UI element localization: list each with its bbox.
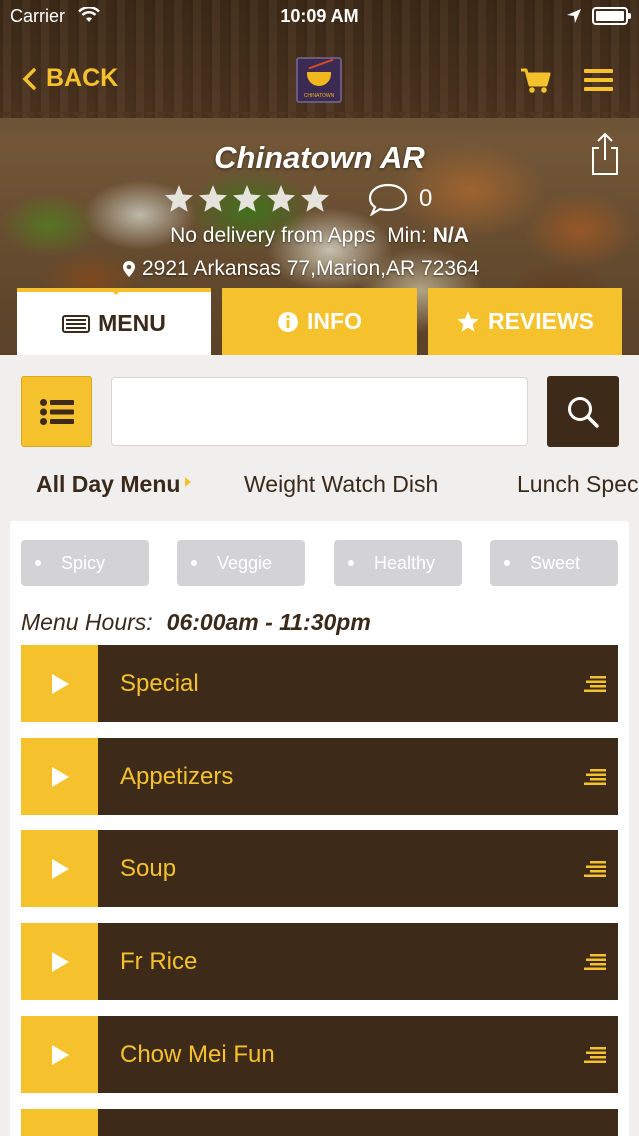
menu-panel: Spicy Veggie Healthy Sweet Menu Hours: 06… — [10, 521, 629, 1136]
location-arrow-icon — [567, 9, 581, 23]
menu-section-label: Soup — [120, 854, 177, 882]
expand-lines-icon — [584, 675, 606, 692]
menu-section-special[interactable]: Special — [21, 645, 618, 722]
menu-section-label: Fr Rice — [120, 947, 198, 975]
star-icon — [457, 311, 479, 332]
filter-sweet[interactable]: Sweet — [490, 540, 618, 586]
menu-section-appetizers[interactable]: Appetizers — [21, 738, 618, 815]
min-label: Min: — [387, 224, 427, 247]
expand-lines-icon — [584, 860, 606, 877]
delivery-text: No delivery from Apps — [170, 224, 376, 247]
comment-icon — [368, 183, 408, 216]
back-label: BACK — [46, 64, 119, 92]
back-button[interactable]: BACK — [22, 64, 118, 93]
expand-lines-icon — [584, 1046, 606, 1063]
menu-list-icon — [62, 314, 91, 333]
menu-hours: Menu Hours: 06:00am - 11:30pm — [21, 609, 371, 636]
bullet-icon — [504, 560, 510, 566]
filter-label: Healthy — [374, 552, 436, 573]
search-icon — [568, 396, 599, 428]
tab-info[interactable]: INFO — [222, 288, 417, 355]
list-icon — [39, 398, 74, 425]
tab-info-label: INFO — [307, 308, 362, 334]
menu-section-label: Appetizers — [120, 762, 234, 790]
bullet-icon — [35, 560, 41, 566]
star-icon — [267, 185, 295, 212]
expand-lines-icon — [584, 768, 606, 785]
star-icon — [199, 185, 227, 212]
restaurant-header: Carrier 10:09 AM BACK CHINATOWN Chinatow… — [0, 0, 639, 355]
min-value: N/A — [432, 224, 469, 247]
menu-hours-value: 06:00am - 11:30pm — [166, 609, 371, 635]
clock: 10:09 AM — [280, 6, 359, 26]
play-icon — [21, 1109, 98, 1136]
play-icon — [21, 923, 98, 1000]
menu-section-label: Special — [120, 669, 199, 697]
category-weight-watch-dish[interactable]: Weight Watch Dish — [244, 471, 438, 498]
tab-menu[interactable]: MENU — [17, 288, 211, 355]
status-bar: Carrier 10:09 AM — [0, 0, 639, 32]
review-count: 0 — [419, 185, 433, 212]
star-icon — [165, 185, 193, 212]
star-icon — [301, 185, 329, 212]
tab-reviews-label: REVIEWS — [487, 308, 595, 334]
chevron-left-icon — [22, 67, 36, 90]
filter-label: Veggie — [217, 552, 273, 573]
category-lunch-special[interactable]: Lunch Spec — [517, 471, 638, 498]
menu-section-soup[interactable]: Soup — [21, 830, 618, 907]
star-icon — [233, 185, 261, 212]
menu-section-partial[interactable] — [21, 1109, 618, 1136]
search-button[interactable] — [547, 376, 619, 447]
category-scroller[interactable]: All Day Menu Weight Watch Dish Lunch Spe… — [0, 462, 639, 508]
bullet-icon — [348, 560, 354, 566]
menu-section-chow-mei-fun[interactable]: Chow Mei Fun — [21, 1016, 618, 1093]
menu-section-fr-rice[interactable]: Fr Rice — [21, 923, 618, 1000]
cart-icon[interactable] — [520, 67, 552, 95]
delivery-info: No delivery from Apps Min: N/A — [0, 224, 639, 248]
restaurant-logo: CHINATOWN — [296, 57, 342, 103]
restaurant-name: Chinatown AR — [214, 140, 425, 175]
tab-reviews[interactable]: REVIEWS — [428, 288, 622, 355]
menu-hours-label: Menu Hours: — [21, 609, 153, 635]
menu-section-label: Chow Mei Fun — [120, 1040, 275, 1068]
tab-menu-label: MENU — [98, 310, 166, 336]
info-icon — [278, 311, 299, 332]
bullet-icon — [191, 560, 197, 566]
play-icon — [21, 645, 98, 722]
filter-spicy[interactable]: Spicy — [21, 540, 149, 586]
category-all-day-menu[interactable]: All Day Menu — [36, 471, 192, 498]
play-icon — [21, 830, 98, 907]
map-pin-icon — [123, 261, 135, 277]
hamburger-menu-icon[interactable] — [584, 68, 613, 92]
filter-healthy[interactable]: Healthy — [334, 540, 462, 586]
play-icon — [21, 738, 98, 815]
address-line: 2921 Arkansas 77,Marion,AR 72364 — [122, 257, 479, 281]
address-text: 2921 Arkansas 77,Marion,AR 72364 — [142, 257, 480, 280]
list-view-button[interactable] — [21, 376, 92, 447]
filter-label: Spicy — [61, 552, 106, 573]
filter-label: Sweet — [530, 552, 581, 573]
battery-icon — [592, 7, 631, 25]
play-icon — [21, 1016, 98, 1093]
search-input[interactable] — [111, 377, 528, 446]
filter-veggie[interactable]: Veggie — [177, 540, 305, 586]
expand-lines-icon — [584, 953, 606, 970]
rating-row: 0 — [163, 182, 432, 216]
